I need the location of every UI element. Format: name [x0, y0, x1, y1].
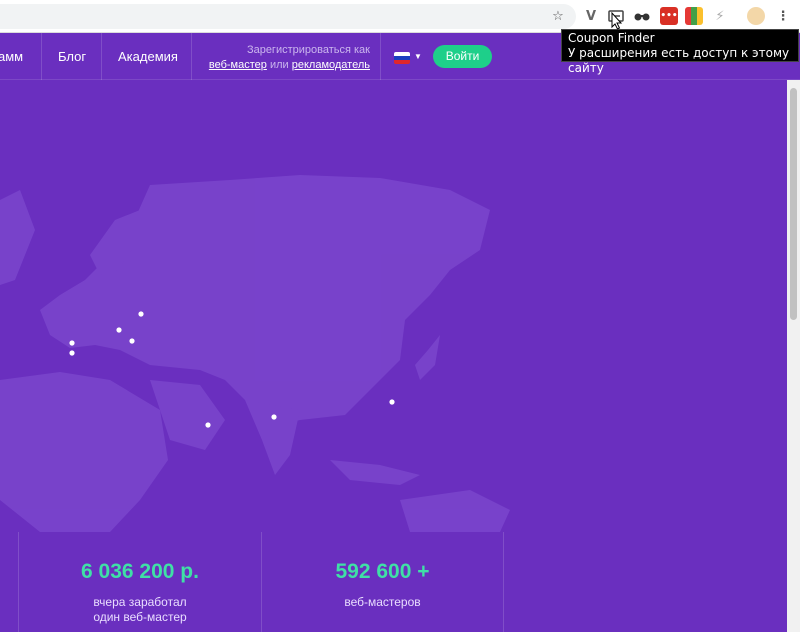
stats-section: 6 036 200 р. вчера заработал один веб-ма… — [0, 532, 787, 632]
russian-flag-icon[interactable] — [394, 52, 410, 64]
stat-earned-label: вчера заработал один веб-мастер — [19, 595, 261, 625]
map-dot — [389, 399, 395, 405]
menu-dots-icon[interactable]: ⋮ — [774, 7, 792, 25]
tooltip-title: Coupon Finder — [568, 31, 655, 45]
address-bar[interactable] — [0, 4, 576, 29]
login-button[interactable]: Войти — [433, 45, 492, 68]
mouse-cursor-icon — [611, 12, 623, 30]
nav-item-blog[interactable]: Блог — [58, 33, 86, 80]
australia-landmass — [400, 490, 510, 532]
nav-separator — [380, 33, 381, 80]
register-webmaster-link[interactable]: веб-мастер — [209, 59, 267, 71]
north-america-landmass — [0, 190, 35, 285]
map-dot — [129, 338, 135, 344]
stat-earned-label-line2: один веб-мастер — [93, 610, 187, 624]
register-or-text: или — [269, 59, 289, 71]
nav-separator — [41, 33, 42, 80]
map-dot — [69, 350, 75, 356]
stat-earned-value: 6 036 200 р. — [81, 560, 199, 583]
profile-avatar-icon[interactable] — [747, 7, 765, 25]
map-dot — [116, 327, 122, 333]
nav-item-programs[interactable]: амм — [0, 33, 23, 80]
extension-tooltip: Coupon Finder У расширения есть доступ к… — [561, 29, 799, 75]
world-map — [0, 175, 510, 532]
nav-separator — [191, 33, 192, 80]
stat-webmasters-label: веб-мастеров — [344, 595, 421, 609]
vivaldi-extension-icon[interactable]: V — [582, 7, 600, 25]
red-extension-icon[interactable]: ••• — [660, 7, 678, 25]
bolt-icon[interactable]: ⚡ — [711, 7, 729, 25]
nav-separator — [101, 33, 102, 80]
stat-earned-label-line1: вчера заработал — [93, 595, 187, 609]
star-icon[interactable]: ☆ — [549, 7, 567, 25]
map-dot — [271, 414, 277, 420]
map-dot — [69, 340, 75, 346]
scrollbar-thumb[interactable] — [790, 88, 797, 320]
register-block: Зарегистрироваться как веб-мастер или ре… — [202, 43, 370, 73]
stat-separator — [503, 532, 504, 632]
colorful-extension-icon[interactable] — [685, 7, 703, 25]
japan-landmass — [415, 335, 440, 380]
register-advertiser-link[interactable]: рекламодатель — [292, 59, 370, 71]
india-landmass — [245, 400, 300, 475]
indonesia-landmass — [330, 460, 420, 485]
tooltip-subtitle: У расширения есть доступ к этому сайту — [568, 46, 790, 75]
register-prompt: Зарегистрироваться как — [246, 44, 370, 56]
page-scrollbar[interactable] — [787, 80, 800, 632]
map-dot — [205, 422, 211, 428]
chevron-down-icon[interactable]: ▼ — [414, 52, 422, 61]
stat-webmasters-value: 592 600 + — [335, 560, 430, 583]
map-dot — [138, 311, 144, 317]
africa-landmass — [0, 372, 168, 532]
binoculars-icon[interactable] — [633, 7, 651, 25]
nav-item-academy[interactable]: Академия — [118, 33, 178, 80]
